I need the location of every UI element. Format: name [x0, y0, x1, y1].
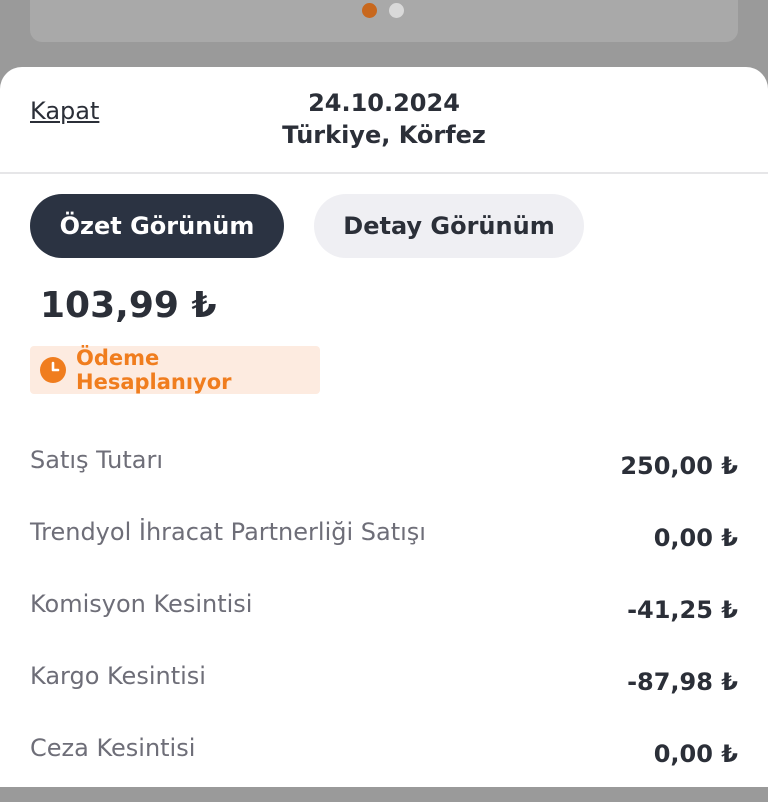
- row-label: Kargo Kesintisi: [30, 662, 206, 690]
- breakdown-row: Trendyol İhracat Partnerliği Satışı 0,00…: [30, 514, 738, 586]
- header-date: 24.10.2024: [308, 89, 460, 117]
- row-label: Komisyon Kesintisi: [30, 590, 253, 618]
- carousel-dots: [362, 3, 404, 18]
- carousel-dot-inactive[interactable]: [389, 3, 404, 18]
- row-label: Ceza Kesintisi: [30, 734, 196, 762]
- header-location: Türkiye, Körfez: [282, 121, 486, 149]
- row-label: Satış Tutarı: [30, 446, 164, 474]
- status-text: Ödeme Hesaplanıyor: [76, 346, 232, 394]
- breakdown-row: Satış Tutarı 250,00 ₺: [30, 442, 738, 514]
- breakdown-list: Satış Tutarı 250,00 ₺ Trendyol İhracat P…: [30, 442, 738, 802]
- breakdown-row: Kargo Kesintisi -87,98 ₺: [30, 658, 738, 730]
- detail-sheet: Kapat 24.10.2024 Türkiye, Körfez Özet Gö…: [0, 67, 768, 787]
- summary-view-button[interactable]: Özet Görünüm: [30, 194, 284, 258]
- row-label: Trendyol İhracat Partnerliği Satışı: [30, 518, 426, 546]
- status-badge: Ödeme Hesaplanıyor: [30, 346, 320, 394]
- view-toggle: Özet Görünüm Detay Görünüm: [30, 194, 584, 258]
- row-value: -87,98 ₺: [627, 668, 738, 696]
- row-value: 0,00 ₺: [653, 740, 738, 768]
- breakdown-row: Ceza Kesintisi 0,00 ₺: [30, 730, 738, 802]
- detail-view-button[interactable]: Detay Görünüm: [314, 194, 584, 258]
- row-value: -41,25 ₺: [627, 596, 738, 624]
- row-value: 0,00 ₺: [653, 524, 738, 552]
- clock-icon: [40, 357, 66, 383]
- sheet-header: Kapat 24.10.2024 Türkiye, Körfez: [0, 67, 768, 174]
- header-info: 24.10.2024 Türkiye, Körfez: [0, 87, 768, 151]
- breakdown-row: Komisyon Kesintisi -41,25 ₺: [30, 586, 738, 658]
- row-value: 250,00 ₺: [620, 452, 738, 480]
- net-amount: 103,99 ₺: [40, 285, 217, 326]
- carousel-dot-active[interactable]: [362, 3, 377, 18]
